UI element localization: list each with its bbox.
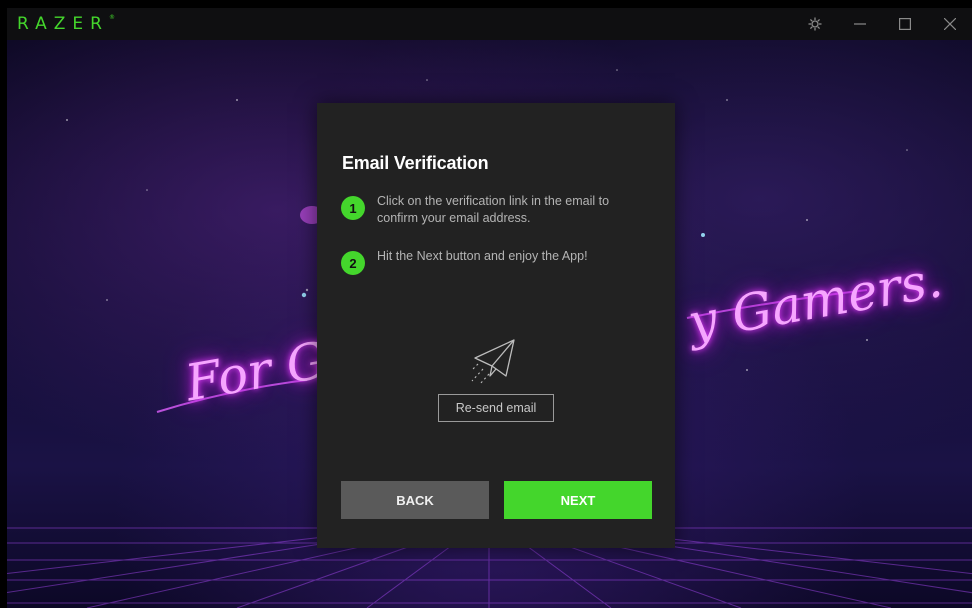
step-item: 1 Click on the verification link in the … — [341, 193, 637, 227]
email-verification-dialog: Email Verification 1 Click on the verifi… — [317, 103, 675, 548]
step-text: Click on the verification link in the em… — [377, 194, 610, 225]
resend-email-button[interactable]: Re-send email — [438, 394, 554, 422]
step-text: Hit the Next button and enjoy the App! — [377, 249, 588, 263]
back-button[interactable]: BACK — [341, 481, 489, 519]
razer-logo: RAZER® — [17, 14, 115, 34]
step-item: 2 Hit the Next button and enjoy the App! — [341, 248, 637, 275]
settings-icon[interactable] — [792, 8, 837, 40]
step-number-badge: 1 — [341, 196, 365, 220]
app-window: RAZER® For Ga y Gamers. Email Verificati… — [7, 8, 972, 608]
title-bar: RAZER® — [7, 8, 972, 40]
window-controls — [792, 8, 972, 40]
step-number-badge: 2 — [341, 251, 365, 275]
minimize-icon[interactable] — [837, 8, 882, 40]
dialog-title: Email Verification — [342, 153, 489, 173]
paper-plane-icon — [470, 336, 520, 391]
close-icon[interactable] — [927, 8, 972, 40]
maximize-icon[interactable] — [882, 8, 927, 40]
next-button[interactable]: NEXT — [504, 481, 652, 519]
